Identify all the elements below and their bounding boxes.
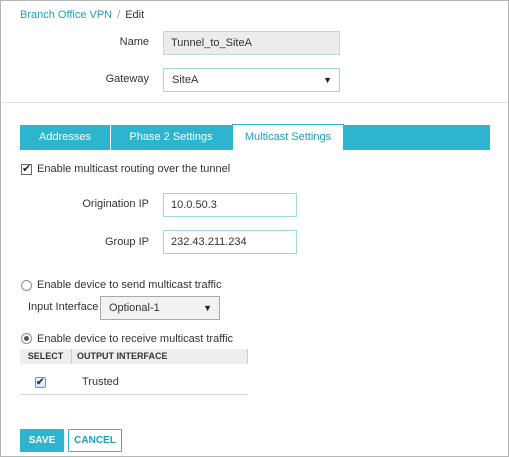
breadcrumb-current: Edit xyxy=(125,9,145,21)
row-interface-name: Trusted xyxy=(82,376,119,388)
column-header-output-interface[interactable]: OUTPUT INTERFACE xyxy=(77,349,168,364)
tab-addresses[interactable]: Addresses xyxy=(20,125,111,150)
tab-multicast-settings[interactable]: Multicast Settings xyxy=(232,124,344,150)
origination-ip-field[interactable] xyxy=(163,193,297,217)
name-field[interactable] xyxy=(163,31,340,55)
name-label: Name xyxy=(119,36,149,48)
column-header-select[interactable]: SELECT xyxy=(20,349,72,364)
breadcrumb-branch-office-vpn-link[interactable]: Branch Office VPN xyxy=(20,9,112,21)
gateway-select[interactable]: SiteA ▼ xyxy=(163,68,340,92)
chevron-down-icon: ▼ xyxy=(203,303,212,313)
input-interface-label: Input Interface xyxy=(28,301,99,313)
input-interface-selected-value: Optional-1 xyxy=(109,302,160,314)
group-ip-field[interactable] xyxy=(163,230,297,254)
enable-multicast-routing-checkbox[interactable]: ✔ xyxy=(21,163,32,175)
receive-multicast-radio[interactable] xyxy=(21,333,32,344)
send-multicast-label: Enable device to send multicast traffic xyxy=(37,279,222,291)
tab-bar: Addresses Phase 2 Settings Multicast Set… xyxy=(20,124,490,150)
edit-vpn-tunnel-panel: Branch Office VPN / Edit Name Gateway Site… xyxy=(0,0,509,457)
check-icon: ✔ xyxy=(36,377,45,388)
check-icon: ✔ xyxy=(22,163,32,175)
cancel-button[interactable]: CANCEL xyxy=(68,429,122,452)
row-select-checkbox[interactable]: ✔ xyxy=(35,377,46,388)
tab-phase-2-settings[interactable]: Phase 2 Settings xyxy=(111,125,231,150)
breadcrumb-separator: / xyxy=(117,9,121,21)
gateway-label: Gateway xyxy=(105,73,149,85)
gateway-selected-value: SiteA xyxy=(172,74,199,86)
table-header: SELECT OUTPUT INTERFACE xyxy=(20,349,248,364)
input-interface-select[interactable]: Optional-1 ▼ xyxy=(100,296,220,320)
section-divider xyxy=(1,102,508,103)
origination-ip-label: Origination IP xyxy=(82,198,149,210)
chevron-down-icon: ▼ xyxy=(323,75,332,85)
enable-multicast-routing-label: Enable multicast routing over the tunnel xyxy=(37,163,231,175)
table-row: ✔ Trusted xyxy=(20,364,248,395)
group-ip-label: Group IP xyxy=(104,236,149,248)
receive-multicast-label: Enable device to receive multicast traff… xyxy=(37,333,234,345)
send-multicast-radio[interactable] xyxy=(21,280,32,291)
save-button[interactable]: SAVE xyxy=(20,429,64,452)
breadcrumb: Branch Office VPN / Edit xyxy=(20,9,144,21)
